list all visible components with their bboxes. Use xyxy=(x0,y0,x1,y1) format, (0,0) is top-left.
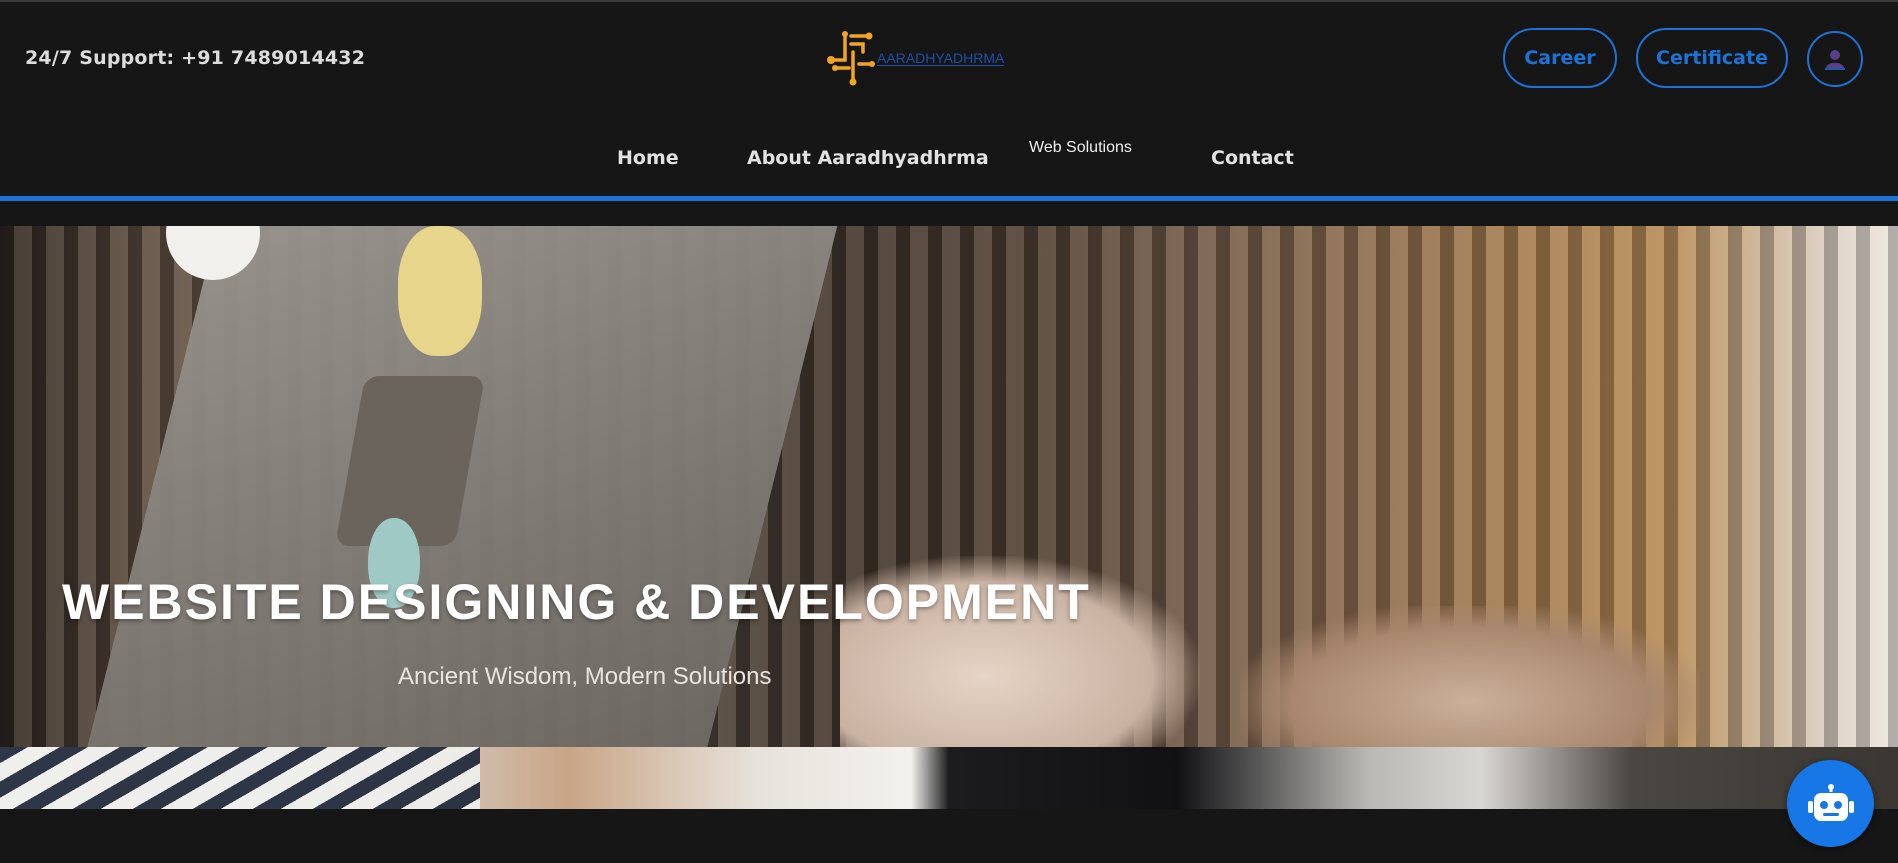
next-slide-preview xyxy=(0,747,1898,809)
logo-wordmark: AARADHYADHRMA xyxy=(877,49,1005,66)
hero-banner: WEBSITE DESIGNING & DEVELOPMENT Ancient … xyxy=(0,226,1898,747)
nav-contact[interactable]: Contact xyxy=(1211,147,1294,169)
site-logo[interactable]: AARADHYADHRMA xyxy=(823,28,1005,88)
hero-subtitle: Ancient Wisdom, Modern Solutions xyxy=(398,663,772,690)
nav-about[interactable]: About Aaradhyadhrma xyxy=(747,147,989,169)
chatbot-button[interactable] xyxy=(1787,760,1874,847)
user-icon xyxy=(1825,50,1845,70)
preview-stripes xyxy=(0,747,480,809)
main-nav: Home About Aaradhyadhrma Web Solutions C… xyxy=(0,139,1898,172)
support-phone: 24/7 Support: +91 7489014432 xyxy=(25,47,366,69)
logo-circuit-icon xyxy=(827,31,875,86)
nav-home[interactable]: Home xyxy=(617,147,679,169)
nav-web-solutions[interactable]: Web Solutions xyxy=(1029,139,1132,157)
hero-hand-image-2 xyxy=(1240,606,1700,747)
user-account-button[interactable] xyxy=(1807,31,1863,87)
nav-divider xyxy=(0,196,1898,201)
career-button[interactable]: Career xyxy=(1503,28,1617,88)
laptop-sticker-js xyxy=(398,226,482,356)
hero-title: WEBSITE DESIGNING & DEVELOPMENT xyxy=(62,574,1091,630)
top-border xyxy=(0,0,1898,2)
robot-icon xyxy=(1807,783,1854,821)
certificate-button[interactable]: Certificate xyxy=(1636,28,1788,88)
